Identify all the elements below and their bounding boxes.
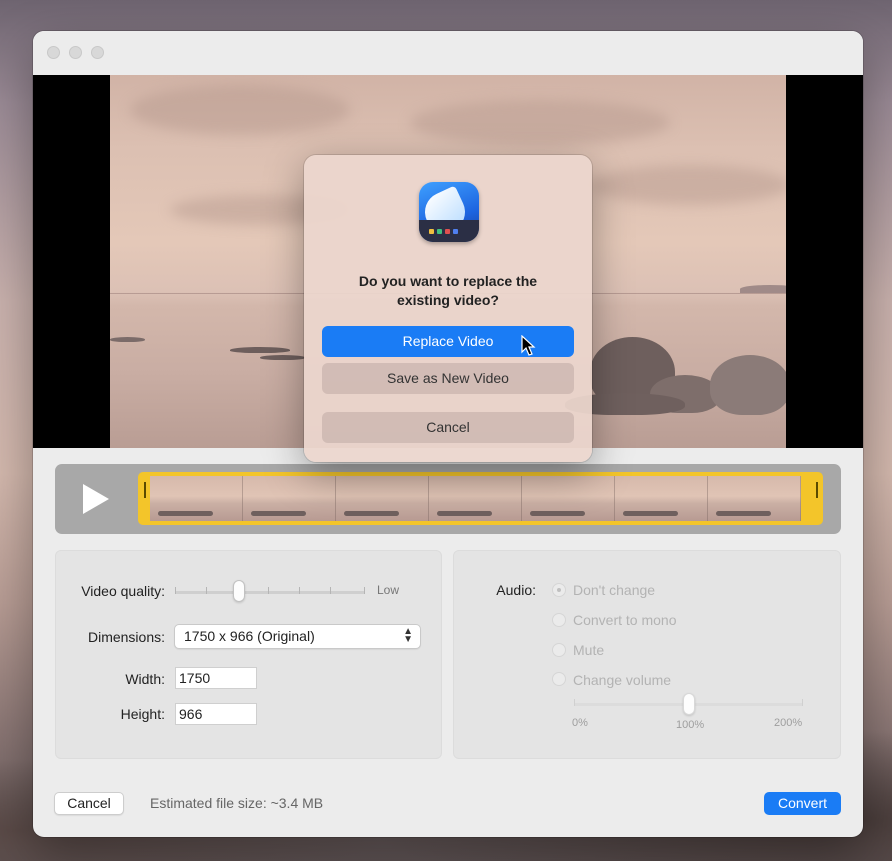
quality-low-label: Low bbox=[377, 583, 400, 597]
filmstrip-thumbnail bbox=[429, 476, 522, 521]
title-bar bbox=[33, 31, 863, 75]
estimated-file-size: Estimated file size: ~3.4 MB bbox=[150, 795, 324, 811]
video-quality-knob[interactable] bbox=[233, 580, 245, 602]
height-field[interactable]: 966 bbox=[175, 703, 257, 725]
dialog-message: Do you want to replace the existing vide… bbox=[358, 273, 538, 308]
mouse-pointer-icon bbox=[521, 335, 536, 356]
radio-dont-change[interactable] bbox=[552, 583, 566, 597]
save-as-new-video-button[interactable]: Save as New Video bbox=[322, 363, 574, 394]
radio-mute[interactable] bbox=[552, 643, 566, 657]
cancel-button[interactable]: Cancel bbox=[54, 792, 124, 815]
radio-label-change-volume: Change volume bbox=[573, 672, 672, 688]
volume-knob[interactable] bbox=[683, 693, 695, 715]
trim-start-handle[interactable] bbox=[144, 482, 146, 498]
filmstrip-thumbnail bbox=[615, 476, 708, 521]
app-icon bbox=[419, 182, 479, 242]
dialog-cancel-button[interactable]: Cancel bbox=[322, 412, 574, 443]
radio-change-volume[interactable] bbox=[552, 672, 566, 686]
trim-end-handle[interactable] bbox=[816, 482, 818, 498]
dimensions-value: 1750 x 966 (Original) bbox=[184, 628, 315, 644]
chevron-updown-icon: ▲ ▼ bbox=[403, 626, 413, 645]
play-icon[interactable] bbox=[83, 484, 109, 514]
zoom-window-button[interactable] bbox=[91, 46, 104, 59]
filmstrip-thumbnail bbox=[336, 476, 429, 521]
dimensions-label: Dimensions: bbox=[87, 629, 165, 645]
volume-mid-label: 100% bbox=[676, 719, 705, 731]
radio-convert-to-mono[interactable] bbox=[552, 613, 566, 627]
radio-label-convert-to-mono: Convert to mono bbox=[573, 612, 677, 628]
radio-label-dont-change: Don't change bbox=[573, 582, 656, 598]
filmstrip-thumbnail bbox=[243, 476, 336, 521]
convert-button[interactable]: Convert bbox=[764, 792, 841, 815]
trim-bar bbox=[55, 464, 841, 534]
width-label: Width: bbox=[125, 671, 165, 687]
volume-max-label: 200% bbox=[774, 717, 803, 729]
height-label: Height: bbox=[120, 706, 165, 722]
close-window-button[interactable] bbox=[47, 46, 60, 59]
width-field[interactable]: 1750 bbox=[175, 667, 257, 689]
volume-min-label: 0% bbox=[572, 717, 588, 729]
minimize-window-button[interactable] bbox=[69, 46, 82, 59]
filmstrip-thumbnail bbox=[708, 476, 801, 521]
filmstrip-thumbnail bbox=[150, 476, 243, 521]
dimensions-select[interactable]: 1750 x 966 (Original) ▲ ▼ bbox=[174, 624, 421, 649]
video-quality-slider[interactable] bbox=[175, 591, 365, 594]
video-settings-panel bbox=[55, 550, 442, 759]
audio-label: Audio: bbox=[496, 582, 536, 598]
video-quality-label: Video quality: bbox=[81, 583, 165, 599]
filmstrip-thumbnail bbox=[522, 476, 615, 521]
radio-label-mute: Mute bbox=[573, 642, 605, 658]
trim-filmstrip[interactable] bbox=[138, 472, 823, 525]
replace-video-dialog: Do you want to replace the existing vide… bbox=[304, 155, 592, 462]
